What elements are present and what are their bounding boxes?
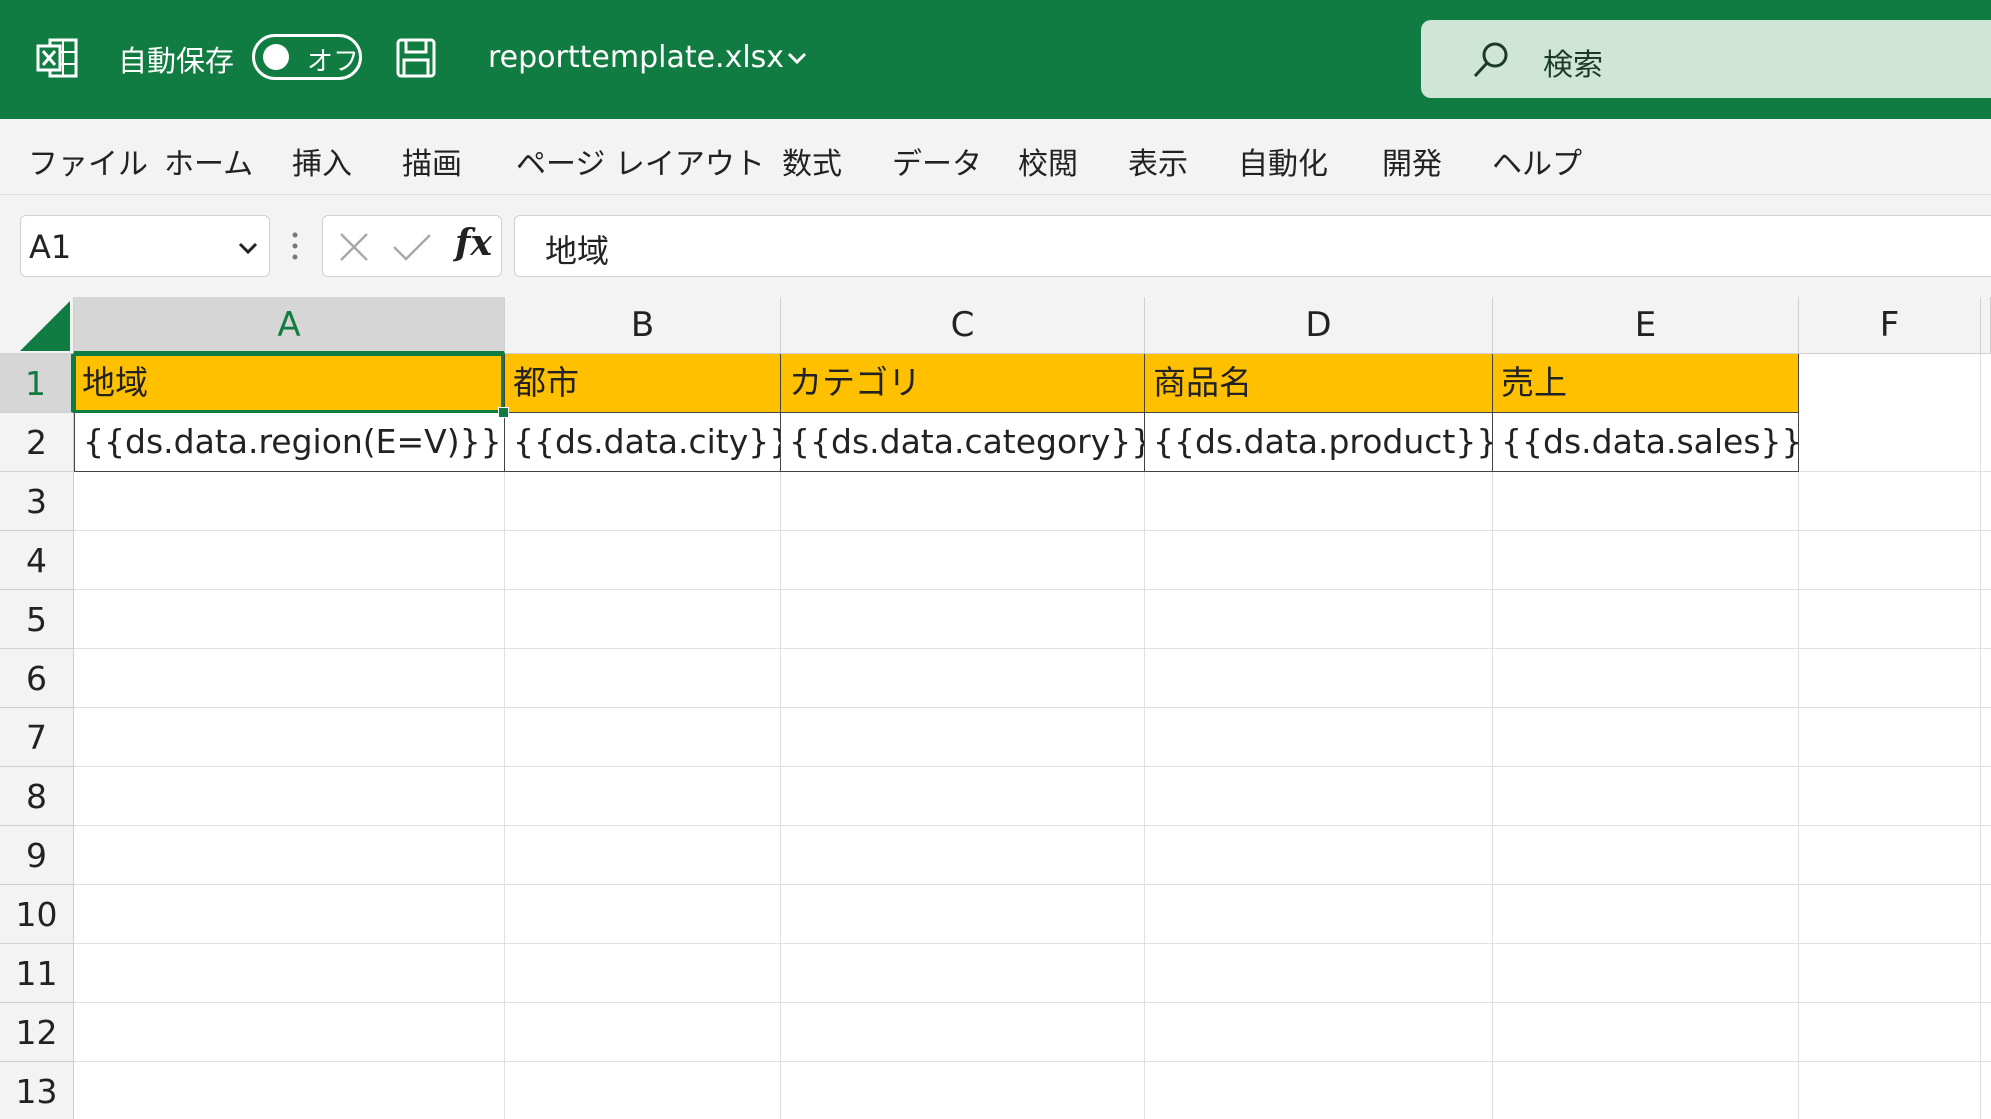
- tab-help[interactable]: ヘルプ: [1492, 139, 1582, 183]
- column-header-f[interactable]: F: [1799, 297, 1981, 354]
- ribbon-tabs: ファイル ホーム 挿入 描画 ページ レイアウト 数式 データ 校閲 表示 自動…: [0, 119, 1991, 195]
- row-header-7[interactable]: 7: [0, 708, 74, 767]
- tab-page-layout[interactable]: ページ レイアウト: [516, 139, 765, 183]
- save-icon[interactable]: [394, 36, 438, 80]
- tab-developer[interactable]: 開発: [1382, 139, 1442, 183]
- tab-automate[interactable]: 自動化: [1238, 139, 1328, 183]
- title-bar: 自動保存 オフ reporttemplate.xlsx 検索: [0, 0, 1991, 119]
- cell-b1[interactable]: 都市: [505, 354, 781, 413]
- cell-d2[interactable]: {{ds.data.product}}: [1145, 413, 1493, 472]
- tab-file[interactable]: ファイル: [28, 139, 148, 183]
- tab-draw[interactable]: 描画: [402, 139, 462, 183]
- column-header-g[interactable]: [1981, 297, 1991, 354]
- chevron-down-icon[interactable]: [786, 50, 808, 66]
- formula-input[interactable]: 地域: [514, 215, 1991, 277]
- cell-c1[interactable]: カテゴリ: [781, 354, 1145, 413]
- chevron-down-icon[interactable]: [237, 240, 259, 256]
- row-header-13[interactable]: 13: [0, 1062, 74, 1119]
- formula-bar: A1 fx 地域: [0, 195, 1991, 297]
- name-box-value: A1: [29, 228, 72, 266]
- row-header-1[interactable]: 1: [0, 354, 74, 413]
- cell-b2[interactable]: {{ds.data.city}}: [505, 413, 781, 472]
- search-box[interactable]: 検索: [1421, 20, 1991, 98]
- search-icon: [1473, 42, 1508, 78]
- column-header-e[interactable]: E: [1493, 297, 1799, 354]
- autosave-state: オフ: [307, 47, 360, 77]
- active-cell-border: [73, 353, 504, 413]
- row-header-10[interactable]: 10: [0, 885, 74, 944]
- column-header-d[interactable]: D: [1145, 297, 1493, 354]
- fill-handle[interactable]: [498, 407, 509, 418]
- row-header-6[interactable]: 6: [0, 649, 74, 708]
- check-icon[interactable]: [391, 230, 433, 264]
- row-header-2[interactable]: 2: [0, 413, 74, 472]
- formula-content: 地域: [545, 232, 610, 270]
- cell-c2[interactable]: {{ds.data.category}}: [781, 413, 1145, 472]
- search-placeholder: 検索: [1543, 48, 1603, 83]
- more-icon[interactable]: [292, 231, 298, 261]
- autosave-label: 自動保存: [118, 44, 235, 78]
- tab-view[interactable]: 表示: [1128, 139, 1188, 183]
- row-header-12[interactable]: 12: [0, 1003, 74, 1062]
- name-box[interactable]: A1: [20, 215, 270, 277]
- spreadsheet-grid: A B C D E F 1 2 3 4 5 6 7 8 9 10 11 12 1…: [0, 297, 1991, 1119]
- insert-function-button[interactable]: fx: [455, 222, 492, 264]
- row-header-8[interactable]: 8: [0, 767, 74, 826]
- row-header-5[interactable]: 5: [0, 590, 74, 649]
- formula-buttons: fx: [322, 215, 502, 277]
- tab-home[interactable]: ホーム: [164, 139, 253, 183]
- select-all-icon: [20, 301, 70, 351]
- toggle-knob: [263, 44, 289, 70]
- autosave-toggle[interactable]: オフ: [252, 34, 362, 80]
- column-header-c[interactable]: C: [781, 297, 1145, 354]
- cancel-icon[interactable]: [337, 230, 371, 264]
- excel-icon[interactable]: [36, 36, 80, 80]
- file-name[interactable]: reporttemplate.xlsx: [488, 40, 784, 75]
- tab-review[interactable]: 校閲: [1018, 139, 1078, 183]
- cell-e1[interactable]: 売上: [1493, 354, 1799, 413]
- row-header-4[interactable]: 4: [0, 531, 74, 590]
- row-header-9[interactable]: 9: [0, 826, 74, 885]
- cell-a2[interactable]: {{ds.data.region(E=V)}}: [74, 413, 505, 472]
- tab-formulas[interactable]: 数式: [782, 139, 842, 183]
- column-header-a[interactable]: A: [74, 297, 505, 354]
- column-header-b[interactable]: B: [505, 297, 781, 354]
- tab-insert[interactable]: 挿入: [292, 139, 352, 183]
- cell-d1[interactable]: 商品名: [1145, 354, 1493, 413]
- select-all-button[interactable]: [0, 297, 74, 354]
- row-header-11[interactable]: 11: [0, 944, 74, 1003]
- row-header-3[interactable]: 3: [0, 472, 74, 531]
- cell-e2[interactable]: {{ds.data.sales}}: [1493, 413, 1799, 472]
- tab-data[interactable]: データ: [892, 139, 982, 183]
